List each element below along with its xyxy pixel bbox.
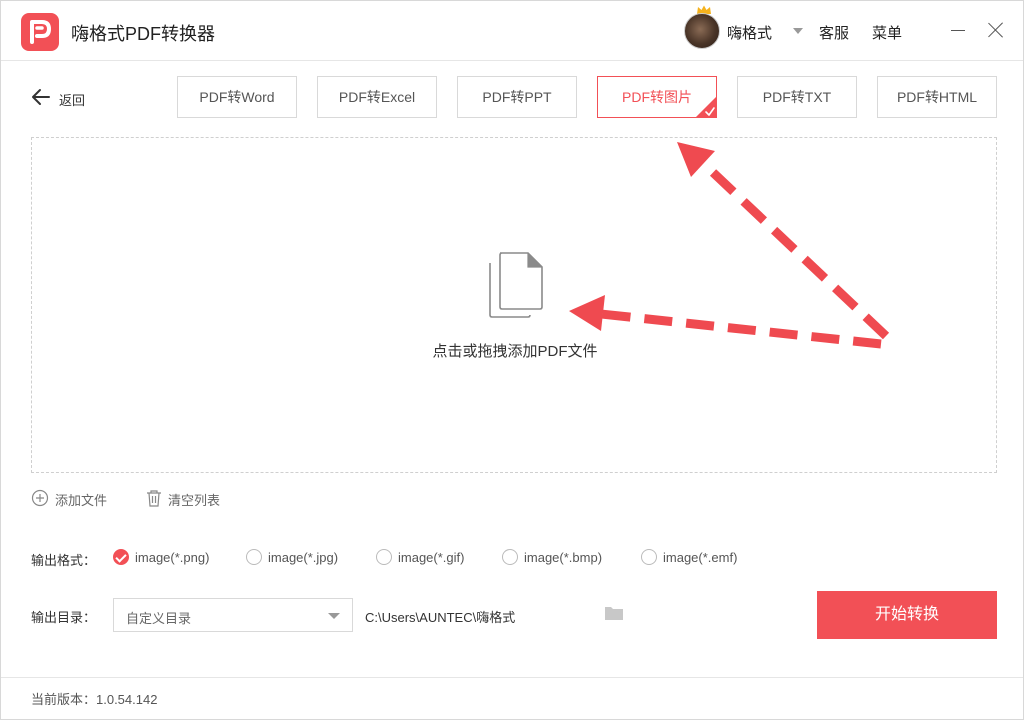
output-dir-select[interactable]: 自定义目录: [113, 598, 353, 632]
folder-icon[interactable]: [604, 605, 624, 621]
status-footer: 当前版本：1.0.54.142: [1, 677, 1023, 719]
plus-circle-icon: [31, 489, 49, 507]
avatar[interactable]: [684, 13, 720, 49]
start-convert-button[interactable]: 开始转换: [817, 591, 997, 639]
pdf-p-logo-icon: [21, 13, 59, 51]
username[interactable]: 嗨格式: [727, 22, 772, 43]
close-icon[interactable]: [987, 21, 1005, 39]
radio-icon: [376, 549, 392, 565]
customer-service-link[interactable]: 客服: [819, 22, 849, 43]
format-label-bmp: image(*.bmp): [524, 550, 603, 565]
tab-pdf-to-html[interactable]: PDF转HTML: [877, 76, 997, 118]
chevron-down-icon: [328, 613, 340, 619]
drop-hint-text: 点击或拖拽添加PDF文件: [432, 343, 598, 360]
tab-pdf-to-image[interactable]: PDF转图片: [597, 76, 717, 118]
minimize-icon[interactable]: [949, 20, 967, 40]
tab-pdf-to-ppt[interactable]: PDF转PPT: [457, 76, 577, 118]
output-dir-path: C:\Users\AUNTEC\嗨格式: [365, 610, 516, 625]
user-dropdown-chevron-icon[interactable]: [793, 28, 803, 34]
back-label: 返回: [59, 93, 86, 108]
format-label-png: image(*.png): [135, 550, 210, 565]
document-icon: [489, 252, 543, 318]
title-bar: 嗨格式PDF转换器 嗨格式 客服 菜单: [1, 1, 1023, 61]
tab-pdf-to-image-label: PDF转图片: [622, 89, 692, 105]
arrow-left-icon: [32, 89, 50, 105]
clear-list-label: 清空列表: [168, 493, 221, 508]
format-label-jpg: image(*.jpg): [268, 550, 339, 565]
output-dir-selected: 自定义目录: [126, 611, 192, 626]
file-drop-zone[interactable]: 点击或拖拽添加PDF文件: [31, 137, 997, 473]
menu-button[interactable]: 菜单: [872, 22, 902, 43]
add-file-label: 添加文件: [55, 493, 108, 508]
output-dir-label: 输出目录：: [31, 610, 97, 625]
tab-pdf-to-txt[interactable]: PDF转TXT: [737, 76, 857, 118]
tab-pdf-to-word[interactable]: PDF转Word: [177, 76, 297, 118]
app-title: 嗨格式PDF转换器: [71, 24, 215, 44]
format-label-gif: image(*.gif): [398, 550, 465, 565]
selected-check-icon: [695, 96, 717, 118]
radio-icon: [502, 549, 518, 565]
app-window: 嗨格式PDF转换器 嗨格式 客服 菜单 返回 PDF转Word PDF转Exce…: [0, 0, 1024, 720]
trash-icon: [147, 490, 161, 507]
radio-checked-icon: [113, 549, 129, 565]
format-label-emf: image(*.emf): [663, 550, 738, 565]
version-text: 当前版本：1.0.54.142: [31, 692, 158, 707]
tab-pdf-to-excel[interactable]: PDF转Excel: [317, 76, 437, 118]
radio-icon: [641, 549, 657, 565]
radio-icon: [246, 549, 262, 565]
output-format-label: 输出格式：: [31, 553, 97, 568]
